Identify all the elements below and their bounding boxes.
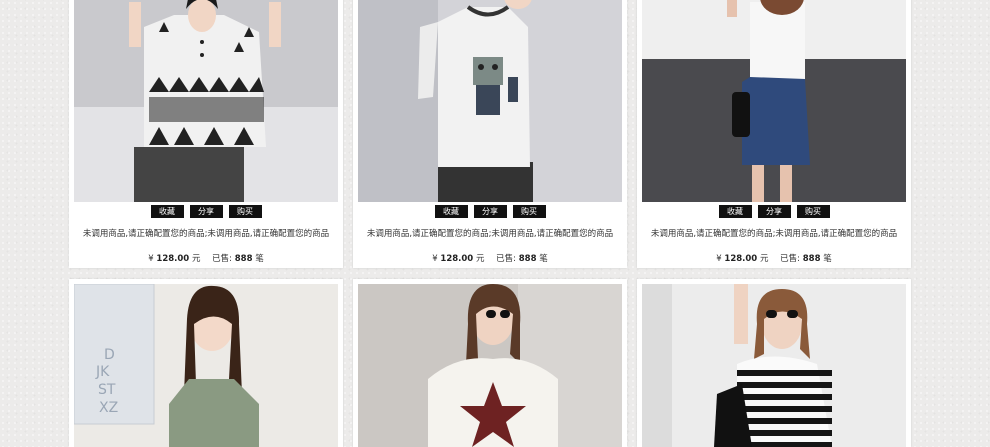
product-image[interactable] [358,284,622,447]
buy-button[interactable]: 购买 [512,205,546,218]
currency-symbol: ¥ [716,254,722,264]
action-buttons: 收藏 分享 购买 [637,205,911,218]
product-price: 128.00 [156,254,190,264]
svg-text:ST: ST [98,382,116,398]
sold-label: 已售: [212,254,233,264]
product-price: 128.00 [724,254,758,264]
buy-button[interactable]: 购买 [796,205,830,218]
product-description[interactable]: 未调用商品,请正确配置您的商品;未调用商品,请正确配置您的商品 [637,227,911,239]
product-card [353,279,627,447]
product-image[interactable] [358,0,622,202]
sold-label: 已售: [496,254,517,264]
price-unit: 元 [475,254,485,264]
price-unit: 元 [191,254,201,264]
svg-text:XZ: XZ [99,400,118,416]
sold-count: 888 [518,254,537,264]
product-card: 收藏 分享 购买 未调用商品,请正确配置您的商品;未调用商品,请正确配置您的商品… [69,0,343,268]
product-image[interactable] [642,284,906,447]
product-image[interactable]: D JK ST XZ [74,284,338,447]
price-row: ¥ 128.00 元 已售: 888 笔 [353,252,627,264]
currency-symbol: ¥ [432,254,438,264]
collect-button[interactable]: 收藏 [434,205,468,218]
sold-label: 已售: [780,254,801,264]
product-image[interactable] [74,0,338,202]
sold-unit: 笔 [823,254,832,264]
product-description[interactable]: 未调用商品,请正确配置您的商品;未调用商品,请正确配置您的商品 [69,227,343,239]
product-image[interactable] [642,0,906,202]
currency-symbol: ¥ [148,254,154,264]
collect-button[interactable]: 收藏 [718,205,752,218]
action-buttons: 收藏 分享 购买 [69,205,343,218]
action-buttons: 收藏 分享 购买 [353,205,627,218]
sold-unit: 笔 [539,254,548,264]
price-unit: 元 [759,254,769,264]
product-description[interactable]: 未调用商品,请正确配置您的商品;未调用商品,请正确配置您的商品 [353,227,627,239]
svg-text:JK: JK [95,364,110,380]
product-card [637,279,911,447]
share-button[interactable]: 分享 [189,205,223,218]
price-row: ¥ 128.00 元 已售: 888 笔 [637,252,911,264]
sold-unit: 笔 [255,254,264,264]
product-card: 收藏 分享 购买 未调用商品,请正确配置您的商品;未调用商品,请正确配置您的商品… [637,0,911,268]
share-button[interactable]: 分享 [757,205,791,218]
collect-button[interactable]: 收藏 [150,205,184,218]
product-card: 收藏 分享 购买 未调用商品,请正确配置您的商品;未调用商品,请正确配置您的商品… [353,0,627,268]
product-card: D JK ST XZ [69,279,343,447]
price-row: ¥ 128.00 元 已售: 888 笔 [69,252,343,264]
share-button[interactable]: 分享 [473,205,507,218]
product-price: 128.00 [440,254,474,264]
sold-count: 888 [802,254,821,264]
buy-button[interactable]: 购买 [228,205,262,218]
svg-text:D: D [104,347,115,363]
sold-count: 888 [234,254,253,264]
